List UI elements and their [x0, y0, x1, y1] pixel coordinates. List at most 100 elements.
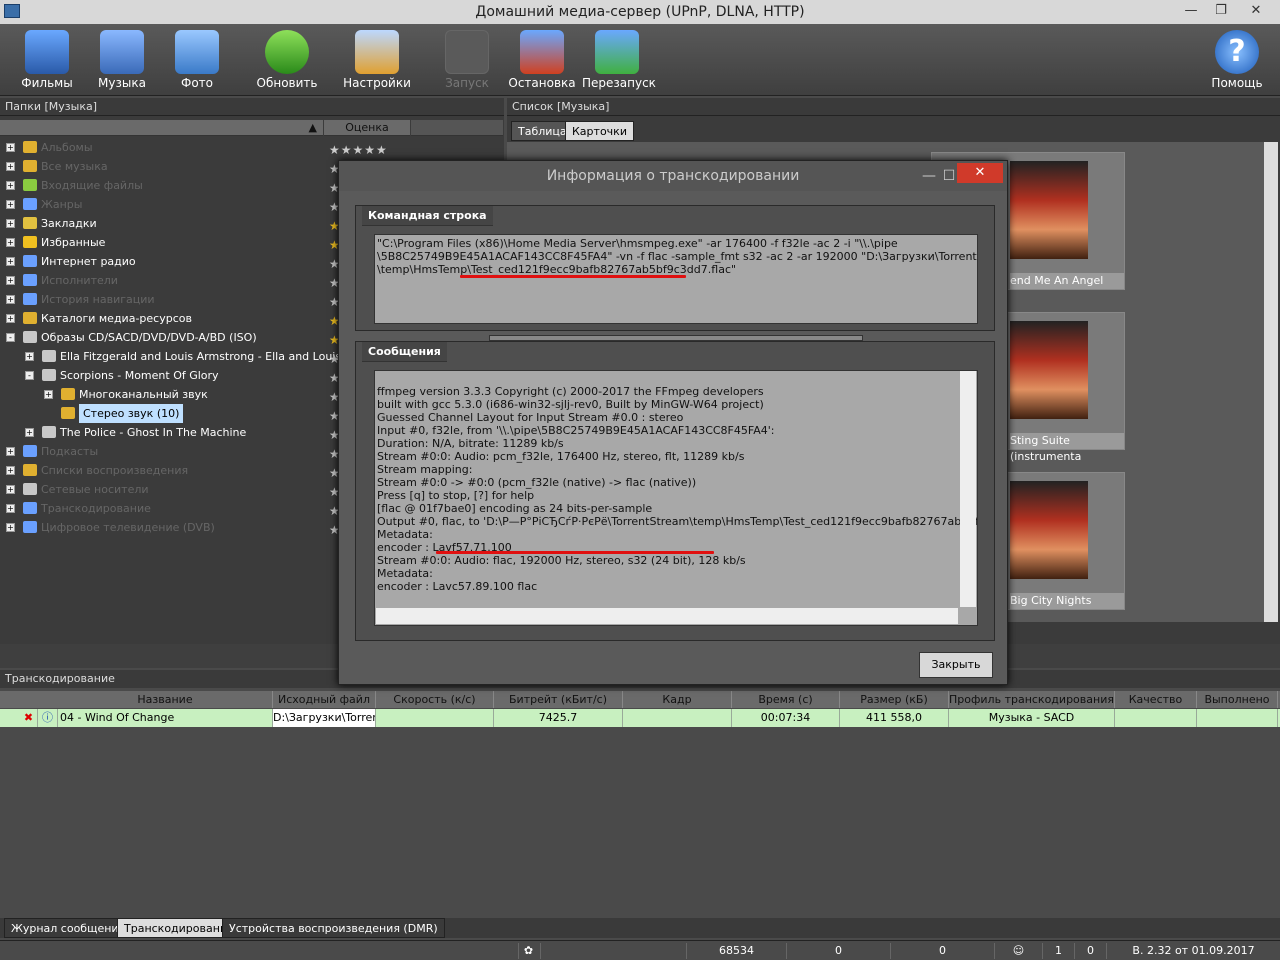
message-line: Duration: N/A, bitrate: 11289 kb/s: [377, 437, 564, 450]
expand-toggle-icon[interactable]: +: [6, 276, 15, 285]
stop-button[interactable]: Остановка: [507, 28, 577, 94]
expand-toggle-icon[interactable]: +: [6, 162, 15, 171]
row-source: D:\Загрузки\Torrent: [273, 709, 376, 727]
tree-item-label: The Police - Ghost In The Machine: [60, 426, 247, 439]
photo-label: Фото: [180, 76, 213, 90]
start-button[interactable]: Запуск: [432, 28, 502, 94]
status-bar: ✿ 68534 0 0 ☺ 1 0 В. 2.32 от 01.09.2017: [0, 940, 1280, 960]
photo-button[interactable]: Фото: [162, 28, 232, 94]
col-quality[interactable]: Качество: [1115, 691, 1197, 708]
tree-item-label: Транскодирование: [41, 502, 151, 515]
cancel-icon[interactable]: ✖: [20, 709, 38, 727]
col-name[interactable]: Название: [58, 691, 273, 708]
expand-toggle-icon[interactable]: +: [6, 143, 15, 152]
col-profile[interactable]: Профиль транскодирования: [949, 691, 1115, 708]
dialog-titlebar: Информация о транскодировании — ☐ ✕: [339, 161, 1007, 191]
films-button[interactable]: Фильмы: [12, 28, 82, 94]
expand-toggle-icon[interactable]: +: [6, 504, 15, 513]
album-cover: [1010, 321, 1088, 419]
row-done: [1197, 709, 1278, 727]
expand-toggle-icon[interactable]: +: [6, 257, 15, 266]
expand-toggle-icon[interactable]: +: [6, 466, 15, 475]
folder-icon: [23, 160, 37, 172]
dialog-title: Информация о транскодировании: [546, 168, 800, 184]
close-dialog-button[interactable]: Закрыть: [919, 652, 993, 678]
col-speed[interactable]: Скорость (к/с): [376, 691, 494, 708]
restart-button[interactable]: Перезапуск: [582, 28, 656, 94]
row-profile: Музыка - SACD: [949, 709, 1115, 727]
tree-item[interactable]: + Альбомы ★★★★★: [0, 138, 500, 157]
expand-toggle-icon[interactable]: +: [6, 295, 15, 304]
info-icon[interactable]: ⓘ: [38, 709, 58, 727]
col-done[interactable]: Выполнено: [1197, 691, 1278, 708]
tree-item-label: Входящие файлы: [41, 179, 143, 192]
column-icons: [411, 120, 503, 136]
highlight-underline: [436, 551, 714, 554]
help-button[interactable]: ? Помощь: [1202, 28, 1272, 94]
expand-toggle-icon[interactable]: +: [6, 200, 15, 209]
stop-label: Остановка: [508, 76, 576, 90]
status-v2: 0: [890, 943, 994, 959]
help-icon: ?: [1215, 30, 1259, 74]
dialog-maximize-button[interactable]: ☐: [939, 161, 959, 191]
messages-hscrollbar[interactable]: [376, 608, 958, 624]
col-source[interactable]: Исходный файл: [273, 691, 376, 708]
message-line: built with gcc 5.3.0 (i686-win32-sjlj-re…: [377, 398, 764, 411]
folder-icon: [23, 483, 37, 495]
tab-log[interactable]: Журнал сообщений: [4, 918, 133, 938]
music-label: Музыка: [98, 76, 146, 90]
maximize-button[interactable]: ❐: [1206, 0, 1236, 22]
expand-toggle-icon[interactable]: -: [25, 371, 34, 380]
folder-icon: [42, 350, 56, 362]
message-line: Metadata:: [377, 528, 433, 541]
expand-toggle-icon[interactable]: +: [44, 390, 53, 399]
expand-toggle-icon[interactable]: +: [25, 428, 34, 437]
expand-toggle-icon[interactable]: +: [25, 352, 34, 361]
status-indicators: [540, 943, 685, 959]
tree-item-label: История навигации: [41, 293, 155, 306]
tab-cards[interactable]: Карточки: [565, 121, 634, 141]
row-time: 00:07:34: [732, 709, 840, 727]
refresh-label: Обновить: [256, 76, 318, 90]
folder-icon: [42, 426, 56, 438]
expand-toggle-icon[interactable]: +: [6, 485, 15, 494]
minimize-button[interactable]: —: [1176, 0, 1206, 22]
expand-toggle-icon[interactable]: +: [6, 238, 15, 247]
message-line: ffmpeg version 3.3.3 Copyright (c) 2000-…: [377, 385, 764, 398]
expand-toggle-icon[interactable]: +: [6, 181, 15, 190]
expand-toggle-icon[interactable]: -: [6, 333, 15, 342]
rating-column-header[interactable]: Оценка: [324, 120, 410, 136]
cmd-line: \5B8C25749B9E45A1ACAF143CC8F45FA4" -vn -…: [377, 250, 978, 263]
tree-item-label: Scorpions - Moment Of Glory: [60, 369, 219, 382]
folder-icon: [23, 141, 37, 153]
window-titlebar: Домашний медиа-сервер (UPnP, DLNA, HTTP)…: [0, 0, 1280, 24]
messages-scrollbar[interactable]: [960, 371, 976, 607]
tab-dmr[interactable]: Устройства воспроизведения (DMR): [222, 918, 445, 938]
expand-toggle-icon[interactable]: +: [6, 314, 15, 323]
refresh-button[interactable]: Обновить: [252, 28, 322, 94]
expand-toggle-icon[interactable]: +: [6, 523, 15, 532]
command-line-header: Командная строка: [362, 206, 493, 226]
col-time[interactable]: Время (с): [732, 691, 840, 708]
music-button[interactable]: Музыка: [87, 28, 157, 94]
expand-toggle-icon[interactable]: +: [6, 447, 15, 456]
table-row[interactable]: ✖ ⓘ 04 - Wind Of Change D:\Загрузки\Torr…: [0, 709, 1280, 727]
status-v3: 1: [1042, 943, 1074, 959]
col-bitrate[interactable]: Битрейт (кБит/с): [494, 691, 623, 708]
folder-icon: [23, 293, 37, 305]
col-size[interactable]: Размер (кБ): [840, 691, 949, 708]
dialog-close-button[interactable]: ✕: [957, 163, 1003, 183]
folder-icon: [42, 369, 56, 381]
films-icon: [25, 30, 69, 74]
tree-item-label: Ella Fitzgerald and Louis Armstrong - El…: [60, 350, 342, 363]
settings-button[interactable]: Настройки: [342, 28, 412, 94]
close-button[interactable]: ✕: [1236, 0, 1276, 22]
settings-icon: [355, 30, 399, 74]
col-frame[interactable]: Кадр: [623, 691, 732, 708]
cards-scrollbar[interactable]: [1264, 142, 1278, 622]
message-line: Metadata:: [377, 567, 433, 580]
name-column-header[interactable]: ▲: [0, 120, 323, 136]
dialog-minimize-button[interactable]: —: [919, 161, 939, 191]
expand-toggle-icon[interactable]: +: [6, 219, 15, 228]
folder-icon: [23, 179, 37, 191]
